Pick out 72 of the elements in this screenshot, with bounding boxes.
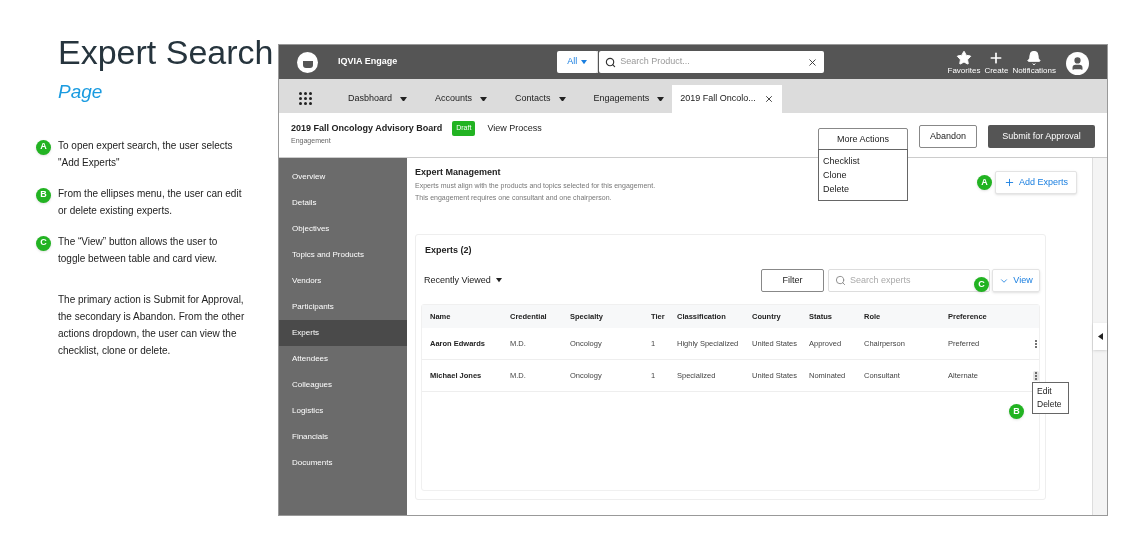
sidebar-item[interactable]: Overview [279, 164, 407, 190]
menu-item[interactable]: Clone [823, 168, 903, 182]
sidebar-item[interactable]: Experts [279, 320, 407, 346]
expert-search-input[interactable]: Search experts [850, 273, 970, 288]
nav-tab[interactable]: 2019 Fall Oncolo... [672, 85, 782, 113]
add-experts-button[interactable]: Add Experts [994, 171, 1077, 194]
submit-button[interactable]: Submit for Approval [988, 125, 1095, 148]
avatar-icon[interactable] [1066, 51, 1089, 75]
search-scope-dropdown[interactable]: All [557, 51, 599, 73]
sidebar-item[interactable]: Attendees [279, 346, 407, 372]
sidebar-item[interactable]: Objectives [279, 216, 407, 242]
app-grid-icon[interactable] [299, 92, 312, 105]
view-process-link[interactable]: View Process [487, 121, 542, 135]
filter-button[interactable]: Filter [761, 269, 824, 292]
toolbar-action[interactable]: Create [984, 49, 1009, 75]
callout-badge: A [36, 139, 51, 155]
annotation-note: From the ellipses menu, the user can edit or delete existing experts. [58, 186, 243, 218]
caret-icon [581, 59, 588, 65]
toolbar-action[interactable]: Favorites [947, 49, 981, 75]
callout-badge: B [36, 187, 51, 203]
sidebar-item[interactable]: Colleagues [279, 372, 407, 398]
caret-icon [558, 96, 566, 102]
search-icon [835, 275, 846, 286]
menu-item[interactable]: Edit [1037, 385, 1064, 398]
menu-item[interactable]: Checklist [823, 154, 903, 168]
view-button[interactable]: View [992, 269, 1040, 292]
sidebar-item[interactable]: Financials [279, 424, 407, 450]
callout-badge: C [974, 277, 989, 292]
product-search-field[interactable]: Search Product... [599, 51, 825, 73]
caret-icon [657, 96, 665, 102]
close-icon[interactable] [763, 94, 774, 104]
nav-tab[interactable]: Dasbhoard [340, 85, 416, 113]
page-subtitle: Page [58, 80, 104, 104]
caret-icon [400, 96, 408, 102]
record-title: 2019 Fall Oncology Advisory Board [291, 121, 443, 135]
sort-dropdown[interactable]: Recently Viewed [424, 273, 502, 288]
annotation-note: The “View” button allows the user to toggle between table and card view. [58, 234, 219, 266]
nav-tab[interactable]: Contacts [507, 85, 574, 113]
callout-badge: B [1009, 404, 1024, 419]
page-title: Expert Search [58, 32, 275, 73]
bell-icon [1026, 49, 1043, 66]
callout-badge: A [976, 175, 992, 190]
caret-icon [480, 96, 488, 102]
sidebar-item[interactable]: Logistics [279, 398, 407, 424]
section-title: Expert Management [415, 166, 501, 179]
sidebar-item[interactable]: Participants [279, 294, 407, 320]
sidebar-item[interactable]: Documents [279, 450, 407, 476]
card-title: Experts (2) [425, 243, 473, 257]
caret-icon [495, 278, 502, 283]
annotation-note: The primary action is Submit for Approval, the secondary is Abandon. From the other actions dropdown, the user can view the checklist, clone or delete. [58, 292, 246, 358]
more-actions-button[interactable]: More Actions [818, 128, 908, 152]
annotation-note: To open expert search, the user selects "Add Experts" [58, 138, 234, 170]
abandon-button[interactable]: Abandon [919, 125, 977, 148]
plus-icon [1003, 177, 1015, 188]
brand-logo-icon [297, 51, 318, 73]
sidebar-item[interactable]: Topics and Products [279, 242, 407, 268]
brand-name: IQVIA Engage [338, 55, 398, 69]
menu-item[interactable]: Delete [823, 182, 903, 196]
more-options-icon[interactable] [1033, 370, 1039, 381]
star-icon [955, 49, 972, 66]
collapse-panel-button[interactable] [1093, 323, 1107, 350]
callout-badge: C [36, 235, 51, 251]
nav-tab[interactable]: Engagements [585, 85, 673, 113]
sidebar-item[interactable]: Details [279, 190, 407, 216]
clear-icon[interactable] [807, 56, 819, 68]
toolbar-action[interactable]: Notifications [1012, 49, 1056, 75]
menu-item[interactable]: Delete [1037, 398, 1064, 411]
product-search-input[interactable]: Search Product... [620, 55, 801, 69]
collapse-arrow-icon [1097, 333, 1103, 340]
nav-tab[interactable]: Accounts [427, 85, 496, 113]
sidebar-item[interactable]: Vendors [279, 268, 407, 294]
search-icon [605, 56, 617, 68]
